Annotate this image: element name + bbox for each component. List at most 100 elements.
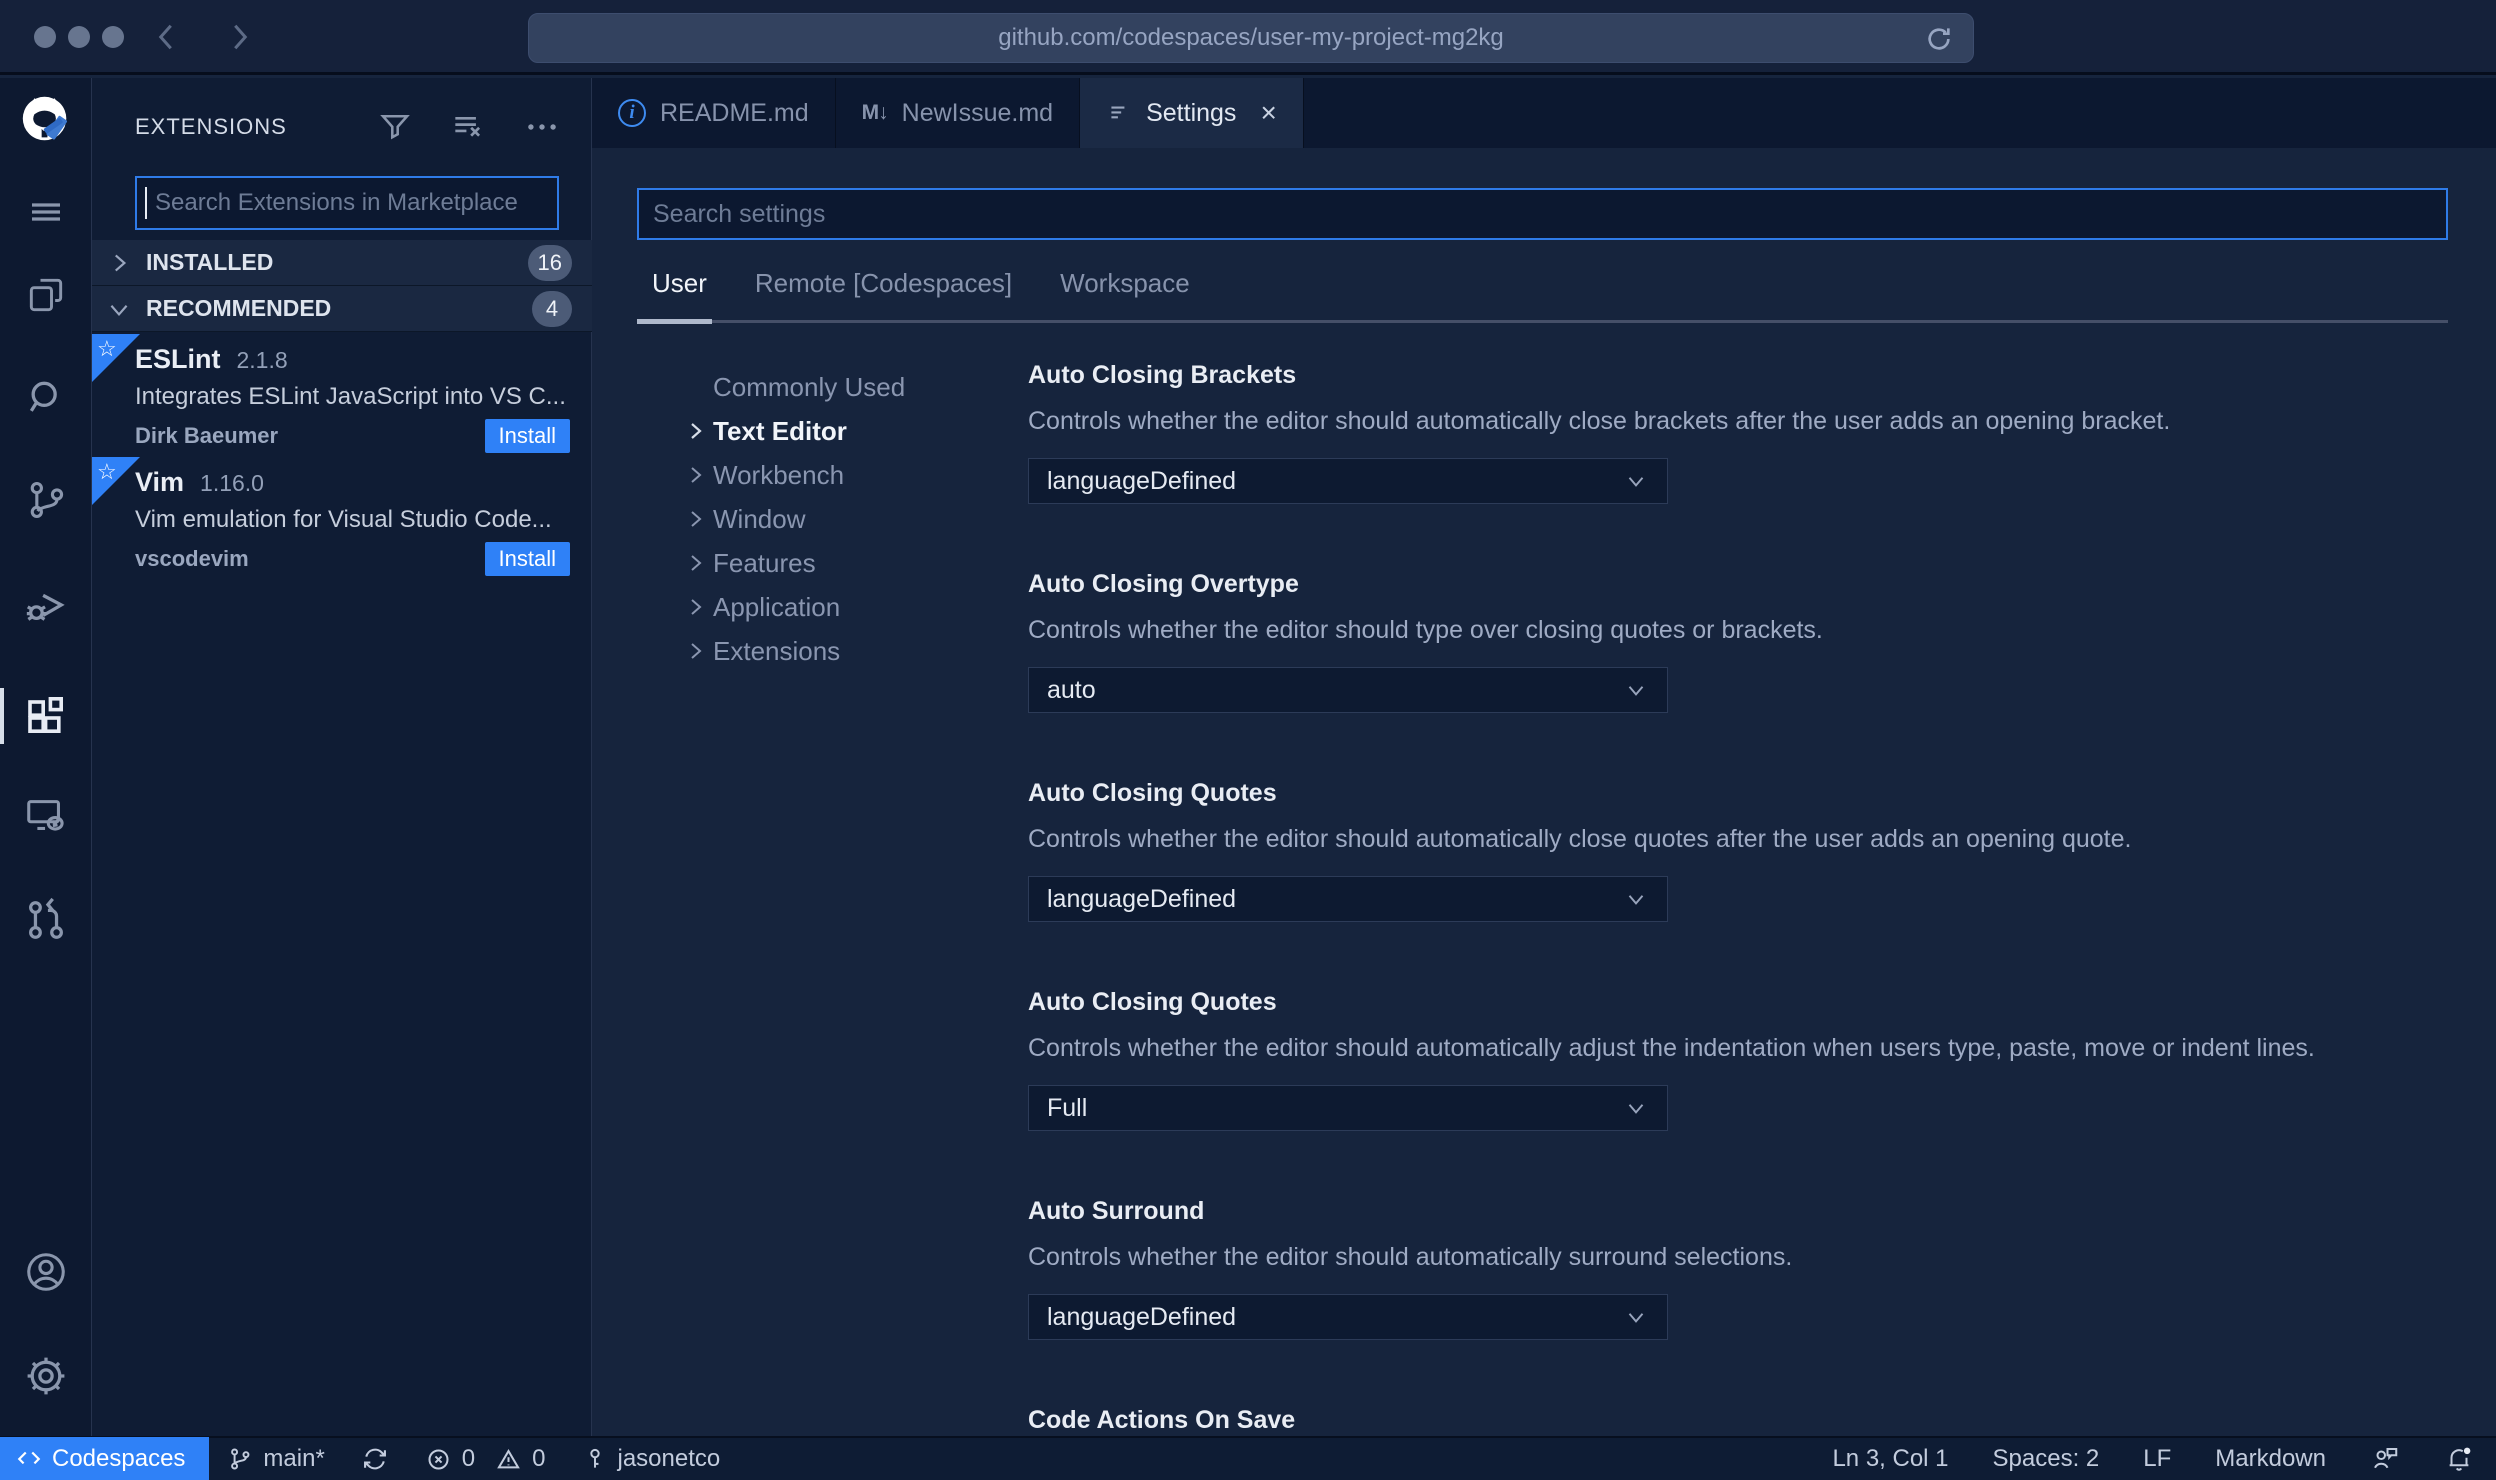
setting-auto-closing-quotes: Auto Closing Quotes Controls whether the… (1028, 770, 2458, 979)
scope-tab-user[interactable]: User (652, 268, 707, 299)
setting-dropdown[interactable]: auto (1028, 667, 1668, 713)
spaces-label: Spaces: 2 (1992, 1445, 2100, 1472)
toc-item-features[interactable]: Features (637, 541, 1007, 585)
chevron-right-icon (683, 507, 713, 531)
sync-button[interactable] (343, 1437, 407, 1480)
install-button[interactable]: Install (484, 419, 570, 453)
extensions-search-input[interactable] (147, 189, 557, 217)
toc-item-text-editor[interactable]: Text Editor (637, 409, 1007, 453)
remote-label: Codespaces (52, 1445, 186, 1472)
section-label: INSTALLED (146, 249, 274, 275)
recommended-count-badge: 4 (532, 290, 572, 327)
settings-search-input[interactable] (639, 199, 2446, 229)
eol-indicator[interactable]: LF (2121, 1437, 2193, 1480)
setting-dropdown[interactable]: languageDefined (1028, 876, 1668, 922)
info-icon: i (618, 99, 646, 127)
chevron-right-icon (683, 463, 713, 487)
branch-label: main* (263, 1445, 325, 1472)
language-label: Markdown (2215, 1445, 2326, 1472)
settings-list: Auto Closing Brackets Controls whether t… (1028, 352, 2458, 1436)
dropdown-value: Full (1047, 1093, 1088, 1122)
activity-bar (0, 78, 92, 1436)
git-branch-icon (227, 1446, 253, 1472)
account-icon[interactable] (0, 1244, 92, 1300)
tab-settings[interactable]: Settings × (1080, 78, 1304, 148)
bell-icon (2444, 1444, 2474, 1474)
warnings-count: 0 (532, 1445, 546, 1472)
toc-item-workbench[interactable]: Workbench (637, 453, 1007, 497)
search-icon[interactable] (0, 370, 92, 426)
extension-author: vscodevim (135, 546, 249, 571)
run-and-debug-icon[interactable] (0, 576, 92, 632)
setting-auto-surround: Auto Surround Controls whether the edito… (1028, 1188, 2458, 1397)
setting-title: Auto Surround (1028, 1197, 1205, 1225)
extension-card-vim[interactable]: ☆ Vim 1.16.0 Vim emulation for Visual St… (92, 457, 592, 577)
pull-requests-icon[interactable] (0, 892, 92, 948)
remote-indicator-codespaces[interactable]: Codespaces (0, 1437, 210, 1480)
toc-label: Extensions (713, 635, 841, 666)
toc-item-extensions[interactable]: Extensions (637, 629, 1007, 673)
toc-item-commonly-used[interactable]: Commonly Used (637, 365, 1007, 409)
chevron-right-icon (683, 639, 713, 663)
setting-description: Controls whether the editor should autom… (1028, 825, 2132, 853)
scope-tab-remote[interactable]: Remote [Codespaces] (755, 268, 1012, 299)
settings-gear-icon[interactable] (0, 1348, 92, 1404)
menu-icon[interactable] (0, 184, 92, 240)
browser-back-icon[interactable] (152, 18, 182, 56)
key-icon (582, 1446, 608, 1472)
extension-author: Dirk Baeumer (135, 423, 279, 448)
chevron-right-icon (683, 551, 713, 575)
sidebar-section-installed[interactable]: INSTALLED 16 (92, 240, 592, 286)
indentation-indicator[interactable]: Spaces: 2 (1971, 1437, 2122, 1480)
setting-description: Controls whether the editor should autom… (1028, 1243, 1793, 1271)
signed-in-user[interactable]: jasonetco (564, 1437, 739, 1480)
extensions-icon[interactable] (0, 688, 92, 744)
settings-search-box[interactable] (637, 188, 2448, 240)
extension-description: Integrates ESLint JavaScript into VS C..… (135, 383, 566, 410)
extension-version: 2.1.8 (236, 347, 288, 373)
toc-item-application[interactable]: Application (637, 585, 1007, 629)
scope-tab-workspace[interactable]: Workspace (1060, 268, 1190, 299)
problems-indicator[interactable]: 0 0 (407, 1437, 564, 1480)
github-codespaces-logo-icon[interactable] (0, 92, 92, 148)
source-control-icon[interactable] (0, 472, 92, 528)
tab-readme[interactable]: i README.md (592, 78, 836, 148)
errors-icon (425, 1446, 452, 1473)
extension-card-eslint[interactable]: ☆ ESLint 2.1.8 Integrates ESLint JavaScr… (92, 334, 592, 454)
tab-newissue[interactable]: M↓ NewIssue.md (836, 78, 1081, 148)
window-control-dot[interactable] (68, 26, 90, 48)
setting-dropdown[interactable]: Full (1028, 1085, 1668, 1131)
toc-label: Workbench (713, 459, 845, 490)
language-mode[interactable]: Markdown (2193, 1437, 2348, 1480)
window-control-dot[interactable] (34, 26, 56, 48)
address-bar[interactable]: github.com/codespaces/user-my-project-mg… (528, 13, 1974, 63)
window-control-dot[interactable] (102, 26, 124, 48)
clear-extensions-icon[interactable] (449, 108, 487, 146)
dropdown-value: auto (1047, 675, 1096, 704)
dropdown-value: languageDefined (1047, 466, 1237, 495)
more-actions-icon[interactable] (523, 108, 561, 146)
sidebar-section-recommended[interactable]: RECOMMENDED 4 (92, 286, 592, 332)
toc-item-window[interactable]: Window (637, 497, 1007, 541)
install-button[interactable]: Install (484, 542, 570, 576)
setting-dropdown[interactable]: languageDefined (1028, 458, 1668, 504)
explorer-icon[interactable] (0, 267, 92, 323)
setting-title: Auto Closing Brackets (1028, 361, 1297, 389)
tab-label: README.md (660, 98, 809, 127)
setting-dropdown[interactable]: languageDefined (1028, 1294, 1668, 1340)
notifications-button[interactable] (2422, 1437, 2496, 1480)
remote-explorer-icon[interactable] (0, 788, 92, 844)
tab-label: NewIssue.md (901, 98, 1054, 127)
branch-indicator[interactable]: main* (209, 1437, 342, 1480)
close-icon[interactable]: × (1260, 97, 1276, 129)
extensions-search-box[interactable] (135, 176, 559, 230)
reload-icon[interactable] (1923, 23, 1955, 55)
editor-tab-bar: i README.md M↓ NewIssue.md Settings × (592, 78, 2496, 148)
feedback-button[interactable] (2348, 1437, 2422, 1480)
setting-title: Auto Closing Quotes (1028, 988, 1277, 1016)
cursor-position[interactable]: Ln 3, Col 1 (1810, 1437, 1970, 1480)
toc-label: Features (713, 547, 816, 578)
browser-forward-icon[interactable] (224, 18, 254, 56)
filter-icon[interactable] (377, 108, 413, 146)
setting-title: Auto Closing Overtype (1028, 570, 1299, 598)
